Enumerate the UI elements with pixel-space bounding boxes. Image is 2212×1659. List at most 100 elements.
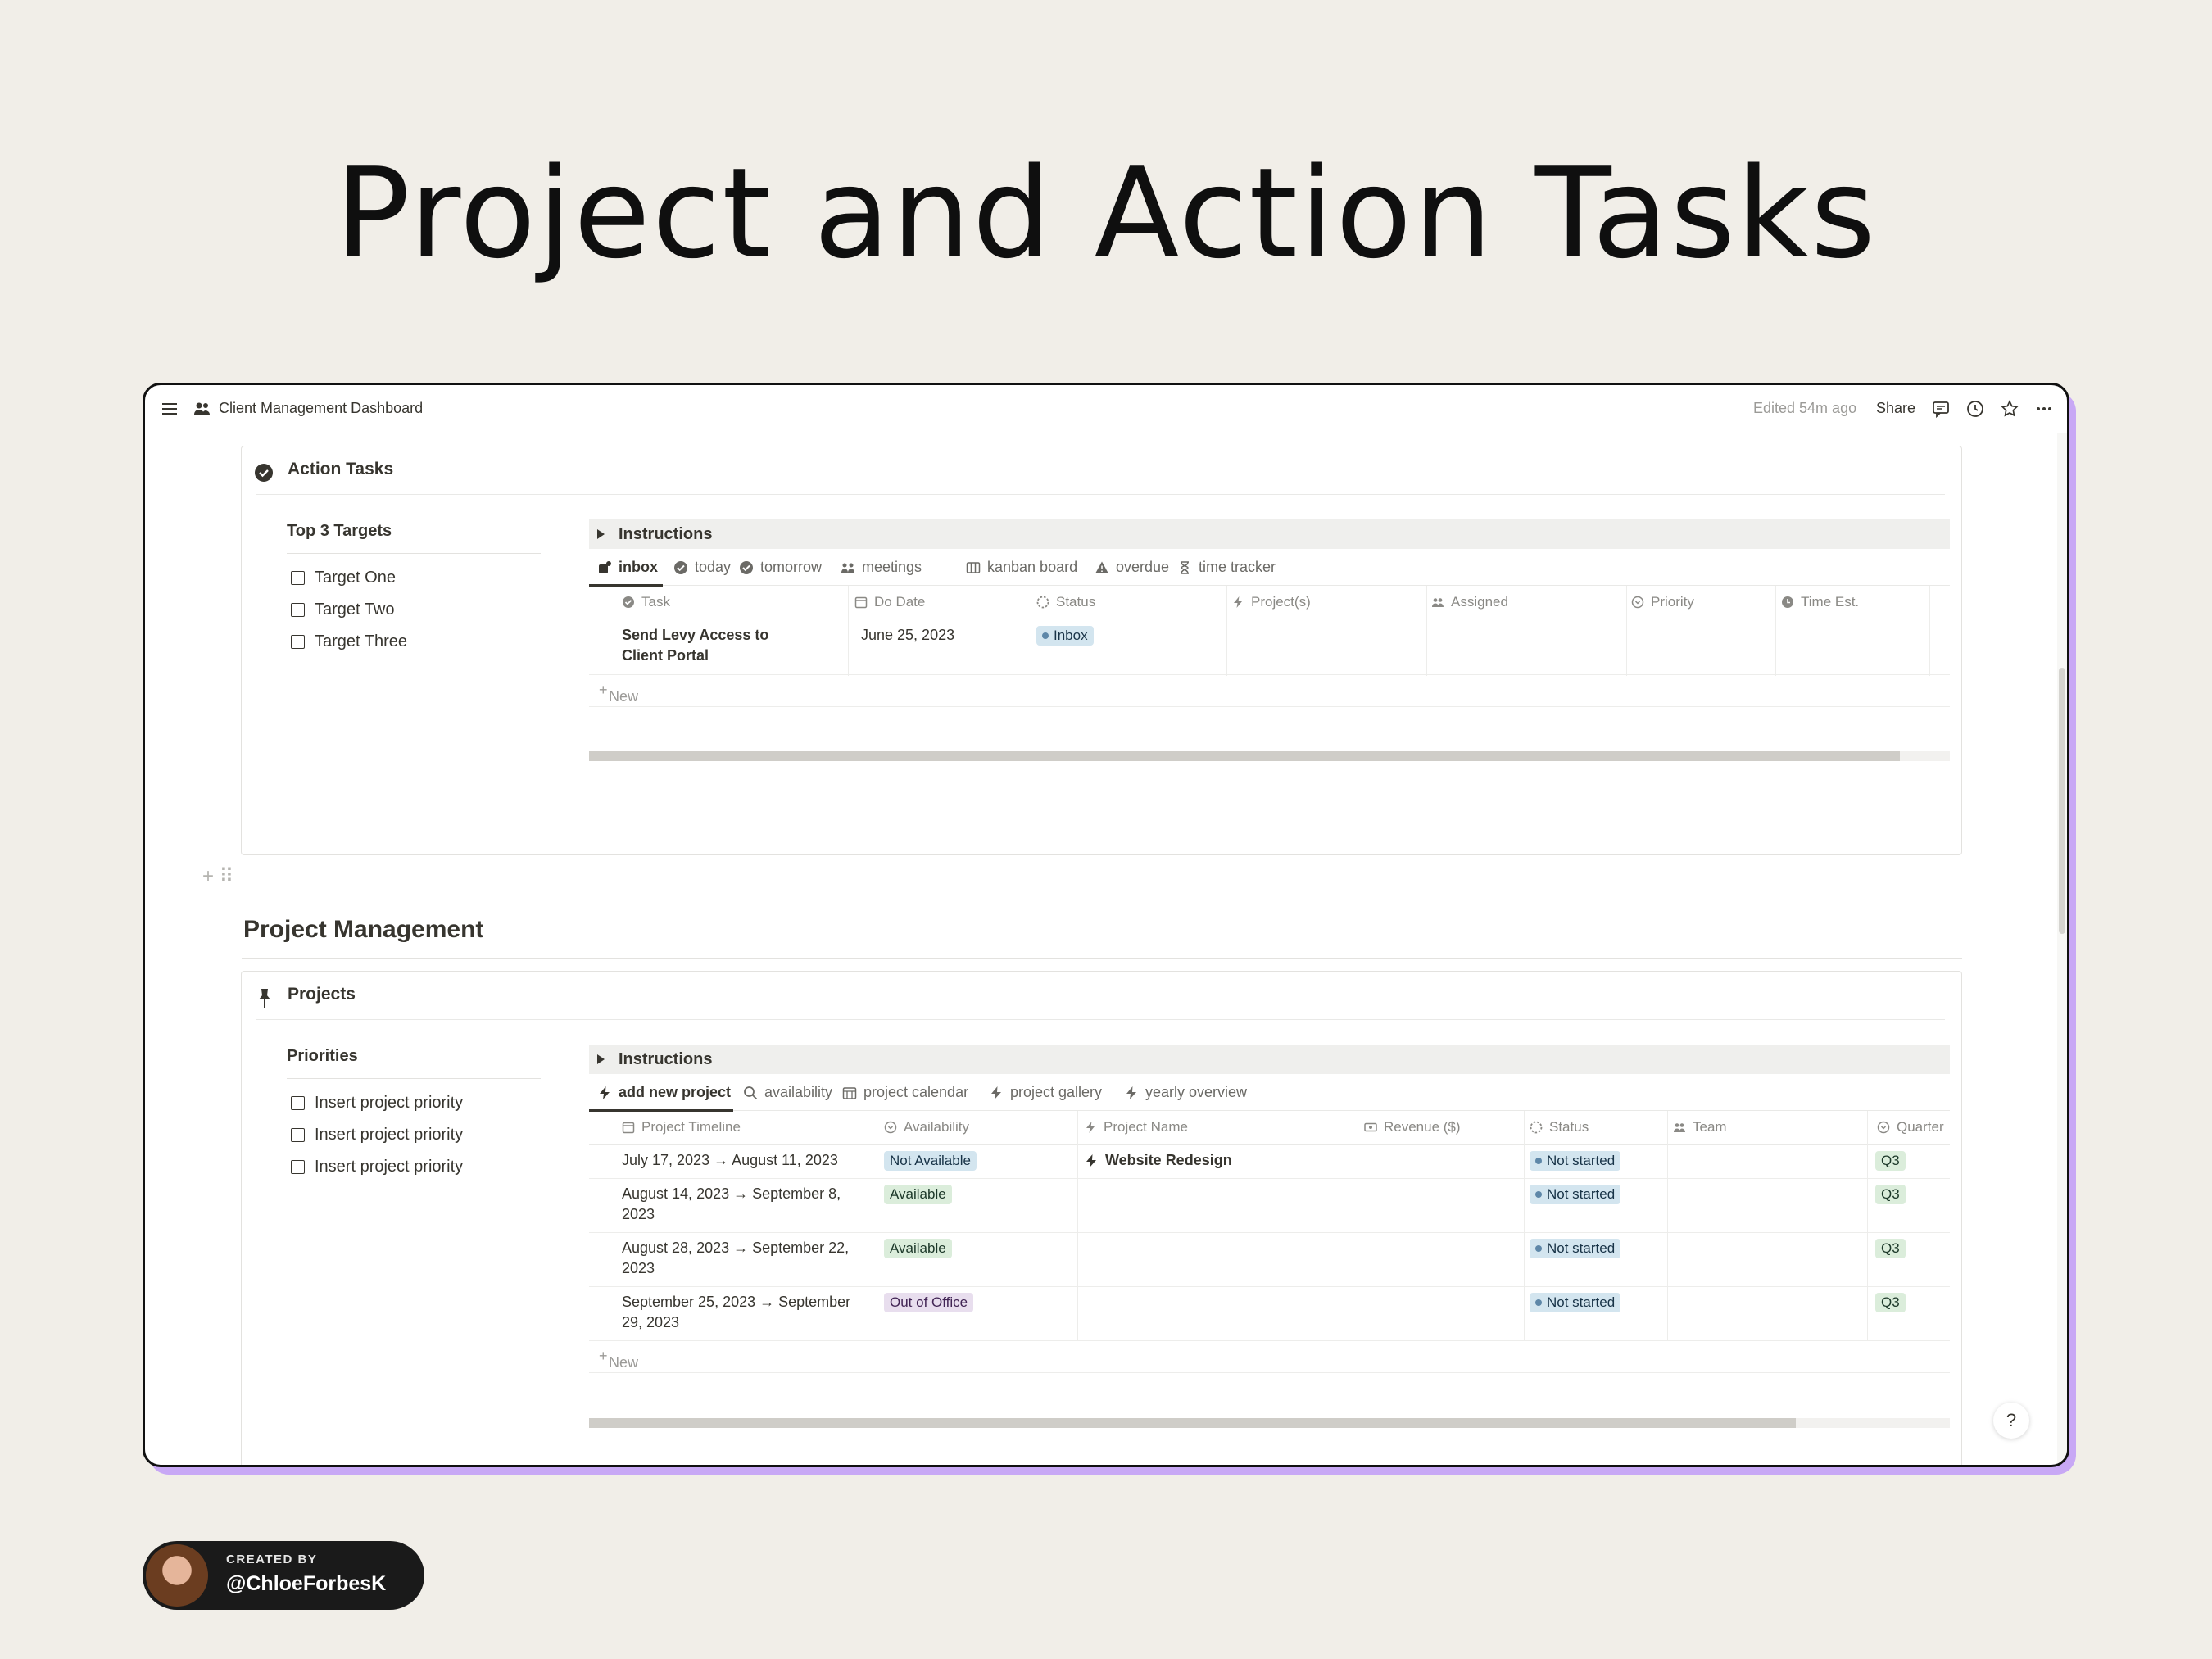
breadcrumb[interactable]: Client Management Dashboard [219,400,423,417]
tab-yearly-overview[interactable]: yearly overview [1124,1084,1247,1101]
quarter-cell[interactable]: Q3 [1875,1184,1906,1204]
table-row[interactable]: Send Levy Access to Client Portal June 2… [589,619,1950,675]
comment-icon[interactable] [1931,399,1951,419]
timeline-cell[interactable]: July 17, 2023 → August 11, 2023 [622,1150,868,1171]
date-cell[interactable]: June 25, 2023 [861,625,954,646]
priority-item[interactable]: Insert project priority [291,1094,463,1113]
tab-inbox[interactable]: inbox [597,559,658,576]
quarter-cell[interactable]: Q3 [1875,1150,1906,1171]
column-header[interactable]: Quarter [1877,1119,1944,1135]
priority-item[interactable]: Insert project priority [291,1126,463,1145]
instructions-label: Instructions [619,1050,713,1068]
tab-availability[interactable]: availability [743,1084,832,1101]
calendar-icon [854,596,868,609]
menu-icon[interactable] [160,399,179,419]
tab-project-calendar[interactable]: project calendar [842,1084,968,1101]
status-cell[interactable]: Not started [1530,1184,1621,1204]
instructions-toggle[interactable]: Instructions [589,1045,1950,1074]
tab-meetings[interactable]: meetings [841,559,922,576]
help-button[interactable]: ? [1993,1403,2029,1439]
column-header[interactable]: Revenue ($) [1364,1119,1461,1135]
checkbox[interactable] [291,1160,305,1174]
column-header[interactable]: Assigned [1431,594,1508,610]
quarter-tag: Q3 [1875,1293,1906,1312]
quarter-cell[interactable]: Q3 [1875,1292,1906,1312]
availability-cell[interactable]: Not Available [884,1150,977,1171]
tab-tomorrow[interactable]: tomorrow [739,559,822,576]
new-row[interactable]: + New [589,1341,1950,1373]
timeline-cell[interactable]: September 25, 2023 → September 29, 2023 [622,1292,859,1333]
creator-badge[interactable]: CREATED BY @ChloeForbesK [143,1541,424,1610]
instructions-toggle[interactable]: Instructions [589,519,1950,549]
quarter-tag: Q3 [1875,1239,1906,1258]
new-row[interactable]: + New [589,675,1950,707]
column-header[interactable]: Time Est. [1781,594,1859,610]
availability-cell[interactable]: Available [884,1184,952,1204]
scroll-thumb[interactable] [2059,668,2065,934]
tab-project-gallery[interactable]: project gallery [989,1084,1102,1101]
scroll-thumb[interactable] [589,1418,1797,1428]
column-header[interactable]: Team [1673,1119,1727,1135]
checkbox[interactable] [291,635,305,649]
creator-handle[interactable]: @ChloeForbesK [226,1572,386,1596]
share-button[interactable]: Share [1876,400,1915,417]
status-cell[interactable]: Inbox [1036,625,1094,646]
bolt-icon [1086,1154,1096,1167]
tab-add-new-project[interactable]: add new project [597,1084,731,1101]
action-tasks-panel: Action Tasks Top 3 Targets Target One Ta… [241,446,1962,855]
history-icon[interactable] [1965,399,1985,419]
vertical-scrollbar[interactable] [2057,433,2067,1465]
checkbox[interactable] [291,603,305,617]
priority-item[interactable]: Insert project priority [291,1158,463,1176]
column-header[interactable]: Project Name [1084,1119,1188,1135]
tab-today[interactable]: today [673,559,731,576]
scroll-thumb[interactable] [589,751,1900,761]
table-row[interactable]: September 25, 2023 → September 29, 2023 … [589,1287,1950,1341]
target-label: Target Two [315,601,395,619]
check-circle-icon [740,560,753,574]
checkbox[interactable] [291,571,305,585]
target-item[interactable]: Target One [291,569,396,587]
table-row[interactable]: August 28, 2023 → September 22, 2023 Ava… [589,1233,1950,1287]
tab-overdue[interactable]: overdue [1095,559,1169,576]
table-row[interactable]: July 17, 2023 → August 11, 2023 Not Avai… [589,1145,1950,1179]
timeline-cell[interactable]: August 28, 2023 → September 22, 2023 [622,1238,859,1279]
availability-tag: Out of Office [884,1293,974,1312]
column-header[interactable]: Status [1530,1119,1589,1135]
status-cell[interactable]: Not started [1530,1238,1621,1258]
tab-time-tracker[interactable]: time tracker [1177,559,1276,576]
checkbox[interactable] [291,1128,305,1142]
checkbox[interactable] [291,1096,305,1110]
tab-kanban-board[interactable]: kanban board [966,559,1077,576]
horizontal-scrollbar[interactable] [589,1418,1950,1428]
horizontal-scrollbar[interactable] [589,751,1950,761]
more-icon[interactable] [2034,399,2054,419]
priority-label: Insert project priority [315,1126,464,1144]
status-cell[interactable]: Not started [1530,1150,1621,1171]
availability-tag: Available [884,1185,952,1204]
instructions-label: Instructions [619,525,713,543]
timeline-cell[interactable]: August 14, 2023 → September 8, 2023 [622,1184,859,1225]
project-name-cell[interactable]: Website Redesign [1084,1150,1232,1171]
column-header[interactable]: Project(s) [1231,594,1311,610]
column-header[interactable]: Availability [884,1119,969,1135]
target-item[interactable]: Target Two [291,601,394,619]
column-header[interactable]: Project Timeline [622,1119,741,1135]
drag-handle-icon[interactable]: + ⠿ [202,864,233,888]
availability-cell[interactable]: Out of Office [884,1292,974,1312]
task-cell[interactable]: Send Levy Access to Client Portal [622,625,810,666]
table-row[interactable]: August 14, 2023 → September 8, 2023 Avai… [589,1179,1950,1233]
hero-title: Project and Action Tasks [334,141,1878,286]
status-cell[interactable]: Not started [1530,1292,1621,1312]
priority-label: Insert project priority [315,1094,464,1112]
target-item[interactable]: Target Three [291,632,407,651]
column-header[interactable]: Status [1036,594,1095,610]
column-header[interactable]: Task [622,594,670,610]
column-header[interactable]: Do Date [854,594,925,610]
star-icon[interactable] [2000,399,2019,419]
column-header[interactable]: Priority [1631,594,1694,610]
availability-cell[interactable]: Available [884,1238,952,1258]
quarter-cell[interactable]: Q3 [1875,1238,1906,1258]
target-label: Target Three [315,632,408,650]
divider [287,553,541,554]
